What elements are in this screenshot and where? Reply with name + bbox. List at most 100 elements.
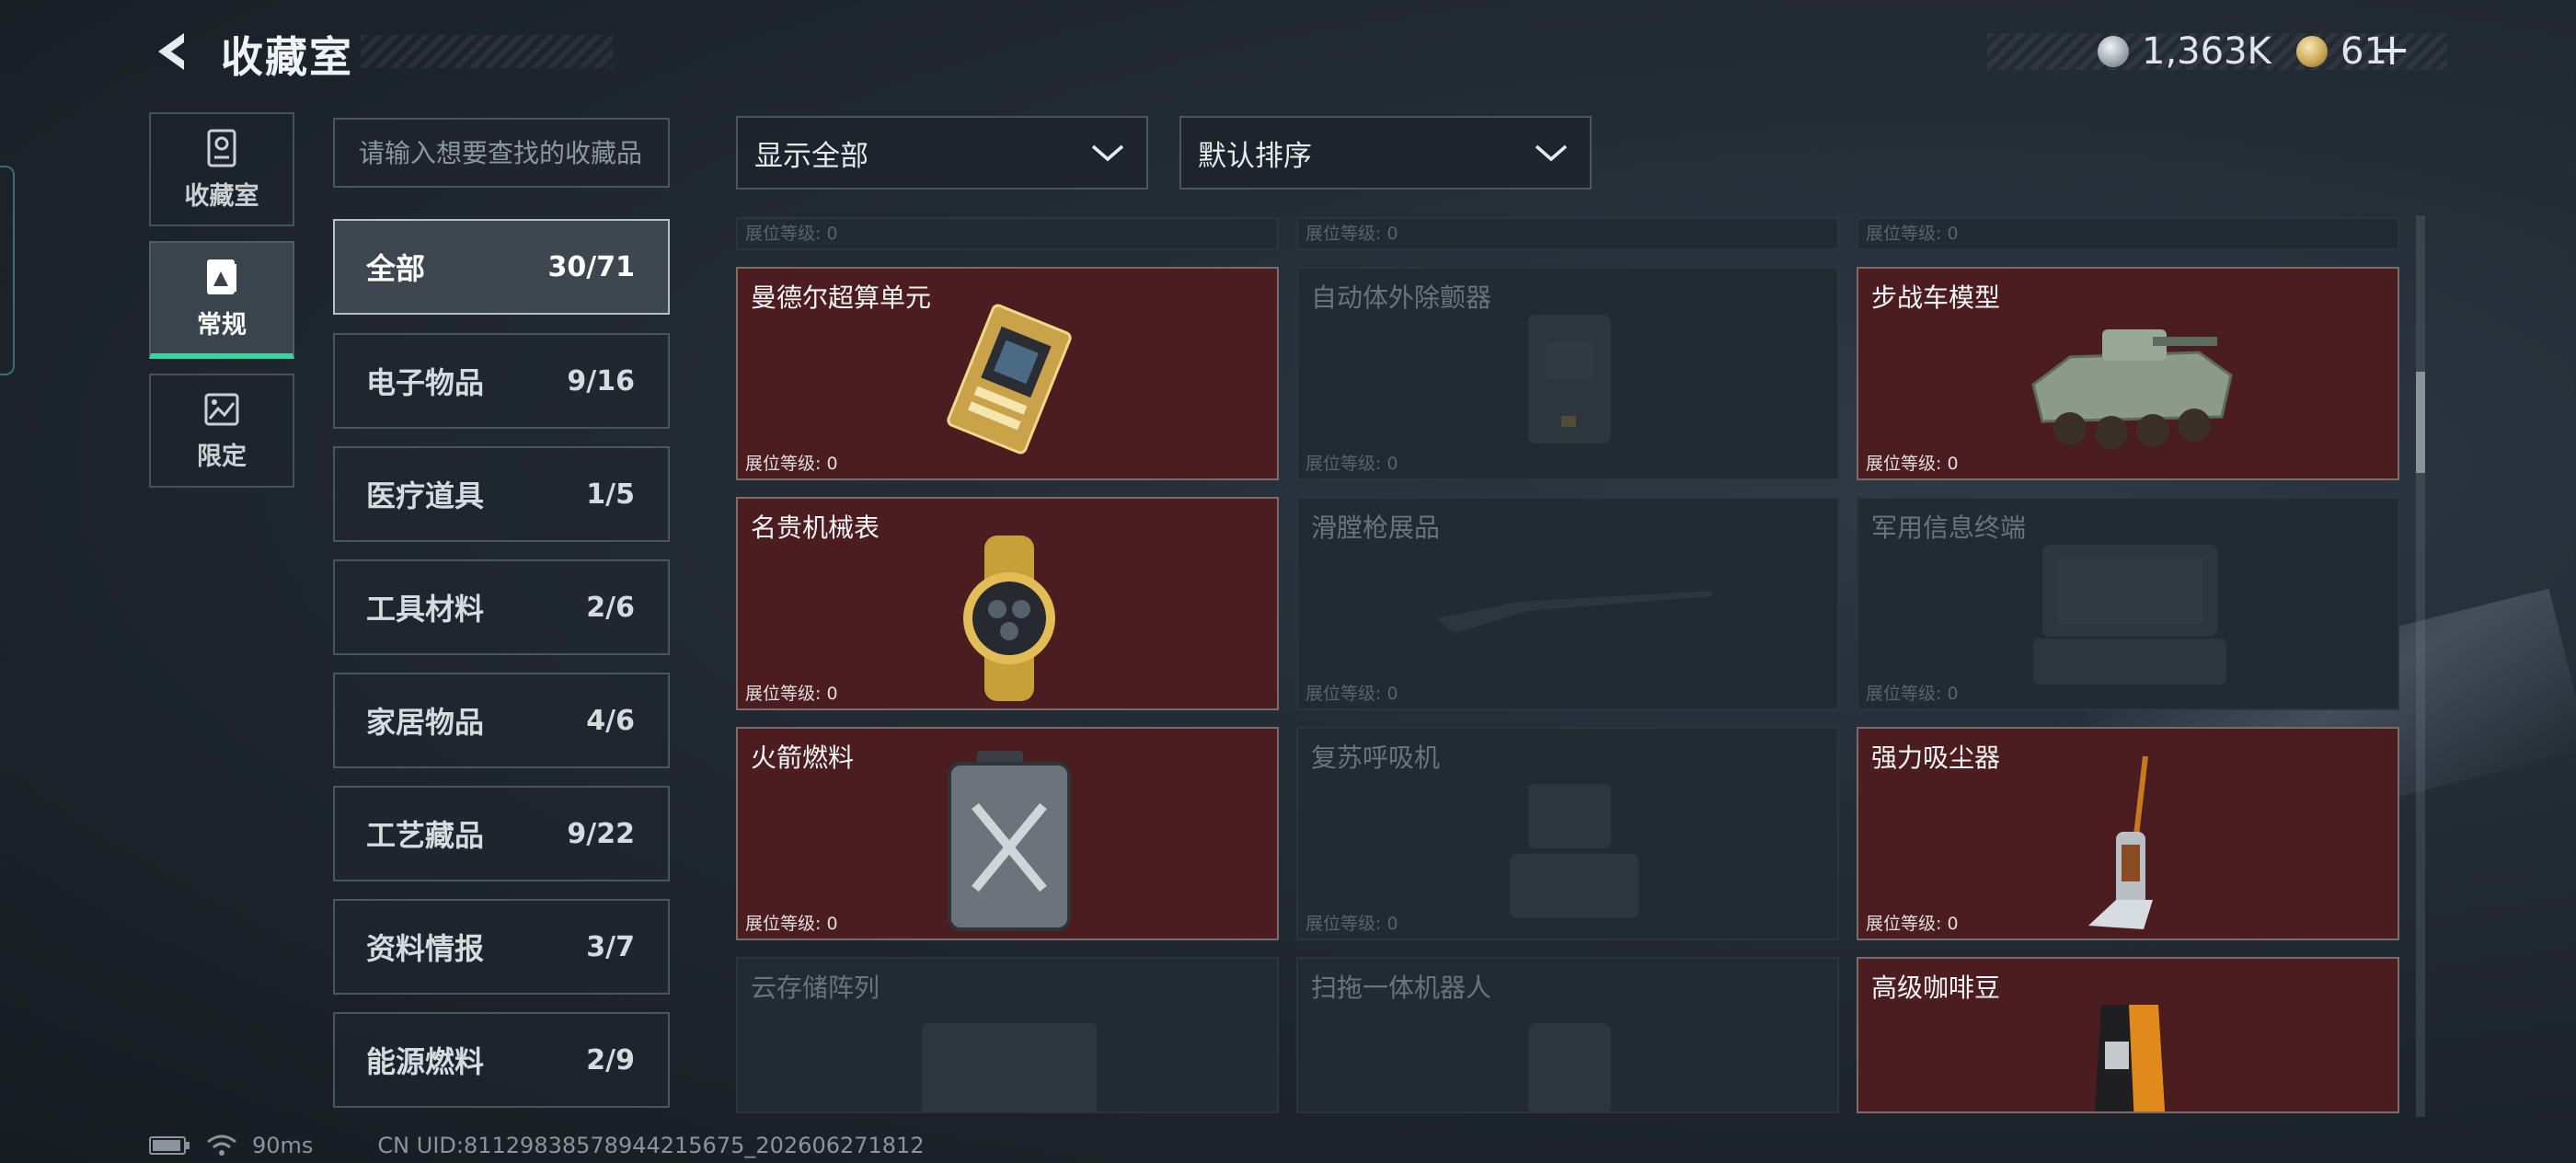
gold-watch-icon [963,535,1055,701]
collection-slot[interactable]: 展位等级: 0 [1296,217,1839,250]
collection-slot[interactable]: 曼德尔超算单元 展位等级: 0 [736,267,1279,480]
ifv-model-icon [2031,329,2233,449]
chevron-down-icon [1535,144,1568,162]
category-all[interactable]: 全部 30/71 [333,219,670,315]
display-level: 展位等级: 0 [1305,454,1398,474]
scroll-thumb[interactable] [2416,372,2425,473]
coffee-bag-icon [2094,1005,2166,1111]
category-tools[interactable]: 工具材料 2/6 [333,559,670,655]
category-medical[interactable]: 医疗道具 1/5 [333,446,670,542]
category-name: 工具材料 [366,592,485,627]
category-count: 2/6 [586,591,635,624]
nav-limited[interactable]: 限定 [149,374,294,488]
computer-unit-icon [947,304,1072,455]
silver-coin-icon [2098,36,2129,67]
category-household[interactable]: 家居物品 4/6 [333,673,670,768]
sort-dropdown[interactable]: 默认排序 [1179,116,1592,190]
item-name: 扫拖一体机器人 [1311,973,1492,1003]
gold-coin-icon [2296,36,2328,67]
wifi-icon [207,1134,236,1156]
user-uid: CN UID:81129838578944215675_202606271812 [377,1133,925,1158]
fuel-canister-icon [948,751,1071,931]
display-level: 展位等级: 0 [1866,224,1959,244]
collection-slot[interactable]: 高级咖啡豆 [1857,957,2399,1113]
nav-collection-room[interactable]: 收藏室 [149,112,294,226]
display-level: 展位等级: 0 [1866,684,1959,704]
vacuum-cleaner-icon [2088,755,2153,929]
back-arrow-icon [158,33,184,70]
military-terminal-icon [2033,545,2226,685]
item-name: 强力吸尘器 [1871,743,2001,773]
category-intel[interactable]: 资料情报 3/7 [333,899,670,995]
silver-currency: 1,363K [2098,26,2271,77]
item-name: 云存储阵列 [751,973,880,1003]
item-name: 曼德尔超算单元 [751,282,932,313]
display-level: 展位等级: 0 [1305,914,1398,934]
ping-value: 90ms [252,1133,314,1158]
display-level: 展位等级: 0 [1305,684,1398,704]
status-footer: 90ms CN UID:81129838578944215675_2026062… [149,1132,925,1159]
collection-slot[interactable]: 军用信息终端 展位等级: 0 [1857,497,2399,710]
category-crafts[interactable]: 工艺藏品 9/22 [333,786,670,881]
display-level: 展位等级: 0 [1866,914,1959,934]
musket-icon [1436,591,1712,633]
collection-slot[interactable]: 云存储阵列 [736,957,1279,1113]
category-count: 9/22 [567,817,635,850]
battery-icon [149,1136,190,1155]
item-name: 步战车模型 [1871,282,2001,313]
display-level: 展位等级: 0 [745,914,838,934]
collection-slot[interactable]: 名贵机械表 展位等级: 0 [736,497,1279,710]
grid-scrollbar[interactable] [2416,215,2425,1117]
collection-slot[interactable]: 展位等级: 0 [1857,217,2399,250]
item-name: 名贵机械表 [751,512,880,543]
storage-array-icon [922,1023,1097,1111]
category-count: 1/5 [586,478,635,511]
search-input[interactable] [333,118,670,188]
category-count: 30/71 [547,250,635,283]
title-decoration [361,35,613,68]
display-level: 展位等级: 0 [1305,224,1398,244]
chevron-down-icon [1091,144,1124,162]
category-name: 能源燃料 [366,1044,485,1079]
collection-slot[interactable]: 扫拖一体机器人 [1296,957,1839,1113]
page-title: 收藏室 [221,32,353,82]
regular-card-icon [207,259,236,294]
back-button[interactable] [147,26,199,77]
nav-label: 限定 [197,442,247,471]
collection-slot[interactable]: 自动体外除颤器 展位等级: 0 [1296,267,1839,480]
category-count: 4/6 [586,704,635,737]
category-count: 2/9 [586,1043,635,1077]
category-electronics[interactable]: 电子物品 9/16 [333,333,670,429]
collection-slot[interactable]: 火箭燃料 展位等级: 0 [736,727,1279,940]
display-level: 展位等级: 0 [745,224,838,244]
category-count: 9/16 [567,364,635,397]
collection-slot[interactable]: 强力吸尘器 展位等级: 0 [1857,727,2399,940]
collection-room-icon [207,129,236,167]
side-drawer-handle[interactable] [0,166,15,375]
display-filter-dropdown[interactable]: 显示全部 [736,116,1148,190]
category-name: 医疗道具 [366,478,485,513]
category-count: 3/7 [586,930,635,963]
item-name: 高级咖啡豆 [1871,973,2001,1003]
nav-regular[interactable]: 常规 [149,241,294,359]
display-level: 展位等级: 0 [745,454,838,474]
category-name: 家居物品 [366,705,485,740]
display-filter-value: 显示全部 [754,139,868,173]
item-name: 火箭燃料 [751,743,855,773]
category-name: 电子物品 [366,365,485,400]
category-name: 工艺藏品 [366,818,485,853]
item-name: 军用信息终端 [1871,512,2027,543]
add-currency-button[interactable]: + [2374,24,2410,75]
collection-grid[interactable]: 展位等级: 0 展位等级: 0 展位等级: 0 曼德尔超算单元 展位等级: 0 … [736,217,2429,1113]
category-energy[interactable]: 能源燃料 2/9 [333,1012,670,1108]
collection-slot[interactable]: 步战车模型 展位等级: 0 [1857,267,2399,480]
collection-slot[interactable]: 滑膛枪展品 展位等级: 0 [1296,497,1839,710]
nav-label: 常规 [197,310,247,340]
sort-value: 默认排序 [1198,139,1312,173]
item-name: 自动体外除颤器 [1311,282,1492,313]
category-name: 全部 [366,251,426,286]
display-level: 展位等级: 0 [1866,454,1959,474]
display-level: 展位等级: 0 [745,684,838,704]
collection-slot[interactable]: 复苏呼吸机 展位等级: 0 [1296,727,1839,940]
collection-slot[interactable]: 展位等级: 0 [736,217,1279,250]
